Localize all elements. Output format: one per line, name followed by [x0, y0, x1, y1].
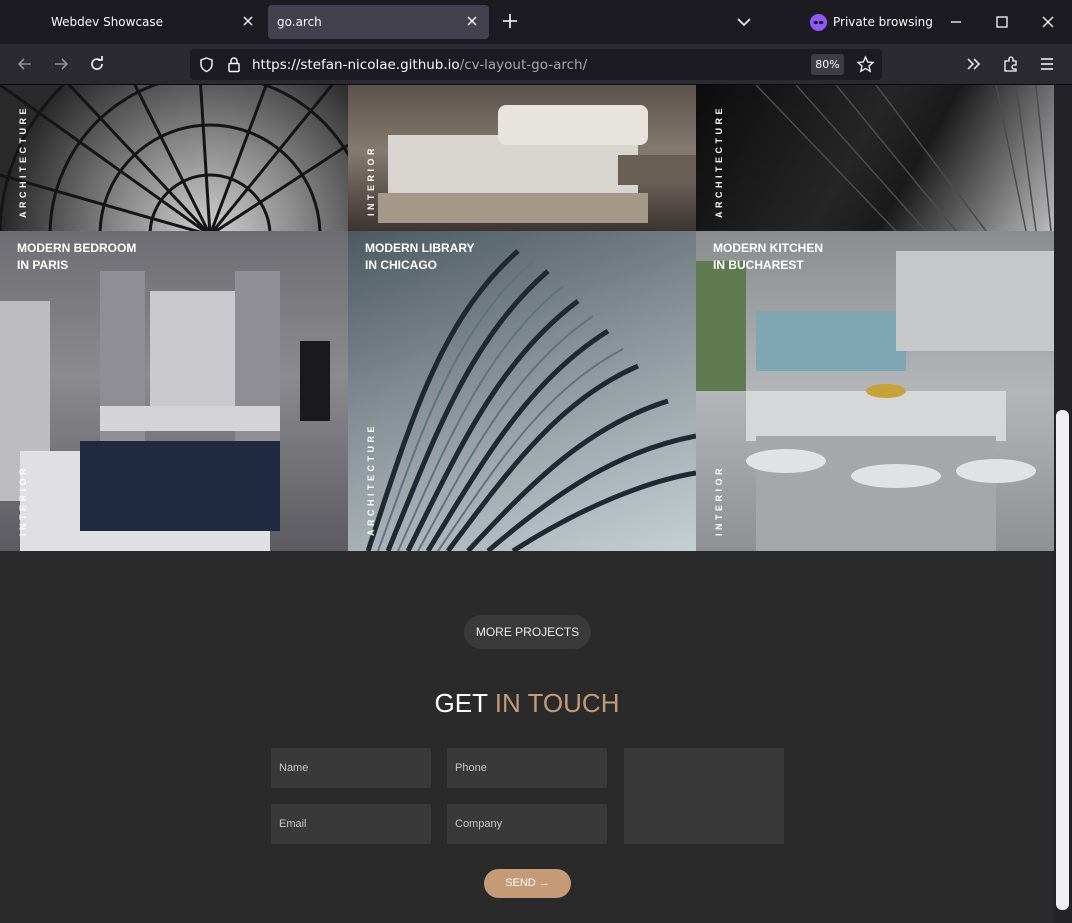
- lock-icon[interactable]: [226, 56, 242, 73]
- heading-white-part: GET: [434, 688, 488, 718]
- email-field[interactable]: [271, 804, 431, 844]
- overflow-menu-icon[interactable]: [964, 54, 984, 74]
- title-line: MODERN BEDROOM: [17, 241, 137, 255]
- page-viewport: ARCHITECTURE INTERIOR ARCHITECTURE MODER…: [0, 85, 1054, 923]
- close-icon[interactable]: [241, 14, 255, 28]
- scrollbar-thumb[interactable]: [1056, 410, 1069, 910]
- project-title: MODERN KITCHEN IN BUCHAREST: [713, 240, 823, 274]
- skyscraper-image: [755, 85, 1052, 231]
- browser-navbar: https://stefan-nicolae.github.io/cv-layo…: [0, 44, 1072, 85]
- bedroom-image: [378, 105, 696, 223]
- dome-image: [0, 85, 348, 231]
- project-tile-modern-kitchen[interactable]: MODERN KITCHEN IN BUCHAREST INTERIOR: [696, 231, 1054, 551]
- url-host: https://stefan-nicolae.github.io: [252, 57, 460, 73]
- url-bar[interactable]: https://stefan-nicolae.github.io/cv-layo…: [190, 49, 882, 80]
- project-tile-dome[interactable]: ARCHITECTURE: [0, 85, 348, 231]
- reload-icon[interactable]: [87, 54, 107, 74]
- minimize-icon[interactable]: [946, 12, 966, 32]
- private-browsing-indicator: Private browsing: [810, 12, 933, 32]
- maximize-icon[interactable]: [992, 12, 1012, 32]
- bookmark-star-icon[interactable]: [856, 55, 875, 74]
- contact-heading: GET IN TOUCH: [0, 688, 1054, 719]
- plus-icon[interactable]: [500, 11, 520, 31]
- project-title: MODERN LIBRARY IN CHICAGO: [365, 240, 475, 274]
- back-icon[interactable]: [15, 54, 35, 74]
- library-chicago-image: [365, 249, 696, 551]
- more-projects-button[interactable]: MORE PROJECTS: [464, 615, 591, 649]
- forward-icon[interactable]: [51, 54, 71, 74]
- title-line: IN BUCHAREST: [713, 258, 804, 272]
- tab-label: go.arch: [277, 15, 322, 29]
- category-label: INTERIOR: [714, 464, 724, 536]
- extensions-icon[interactable]: [1001, 54, 1021, 74]
- category-label: INTERIOR: [18, 464, 28, 536]
- project-tile-modern-bedroom[interactable]: MODERN BEDROOM IN PARIS INTERIOR: [0, 231, 348, 551]
- category-label: ARCHITECTURE: [714, 105, 724, 218]
- browser-tabbar: Webdev Showcase go.arch Private browsing: [0, 0, 1072, 44]
- bedroom-paris-image: [0, 271, 330, 551]
- title-line: IN CHICAGO: [365, 258, 437, 272]
- category-label: ARCHITECTURE: [366, 423, 376, 536]
- zoom-indicator[interactable]: 80%: [811, 54, 844, 75]
- shield-icon[interactable]: [198, 56, 215, 73]
- category-label: INTERIOR: [366, 144, 376, 216]
- url-text: https://stefan-nicolae.github.io/cv-layo…: [252, 57, 587, 73]
- message-field[interactable]: [624, 748, 784, 844]
- project-tile-skyscraper[interactable]: ARCHITECTURE: [696, 85, 1054, 231]
- hamburger-menu-icon[interactable]: [1037, 54, 1057, 74]
- tab-label: Webdev Showcase: [51, 15, 164, 29]
- private-mask-icon: [810, 13, 827, 31]
- project-tile-modern-library[interactable]: MODERN LIBRARY IN CHICAGO ARCHITECTURE: [348, 231, 696, 551]
- url-path: /cv-layout-go-arch/: [459, 57, 588, 73]
- project-title: MODERN BEDROOM IN PARIS: [17, 240, 136, 274]
- title-line: MODERN KITCHEN: [713, 241, 823, 255]
- tab-go-arch[interactable]: go.arch: [268, 5, 489, 39]
- category-label: ARCHITECTURE: [18, 105, 28, 218]
- tab-webdev-showcase[interactable]: Webdev Showcase: [37, 5, 265, 39]
- title-line: MODERN LIBRARY: [365, 241, 475, 255]
- send-button[interactable]: SEND →: [484, 869, 571, 898]
- name-field[interactable]: [271, 748, 431, 788]
- private-browsing-label: Private browsing: [833, 15, 933, 29]
- chevron-down-icon[interactable]: [735, 13, 753, 31]
- heading-accent-part: IN TOUCH: [494, 688, 620, 718]
- title-line: IN PARIS: [17, 258, 69, 272]
- close-icon[interactable]: [465, 14, 479, 28]
- phone-field[interactable]: [447, 748, 607, 788]
- company-field[interactable]: [447, 804, 607, 844]
- project-tile-bedroom-top[interactable]: INTERIOR: [348, 85, 696, 231]
- close-window-icon[interactable]: [1038, 12, 1058, 32]
- kitchen-bucharest-image: [696, 251, 1054, 551]
